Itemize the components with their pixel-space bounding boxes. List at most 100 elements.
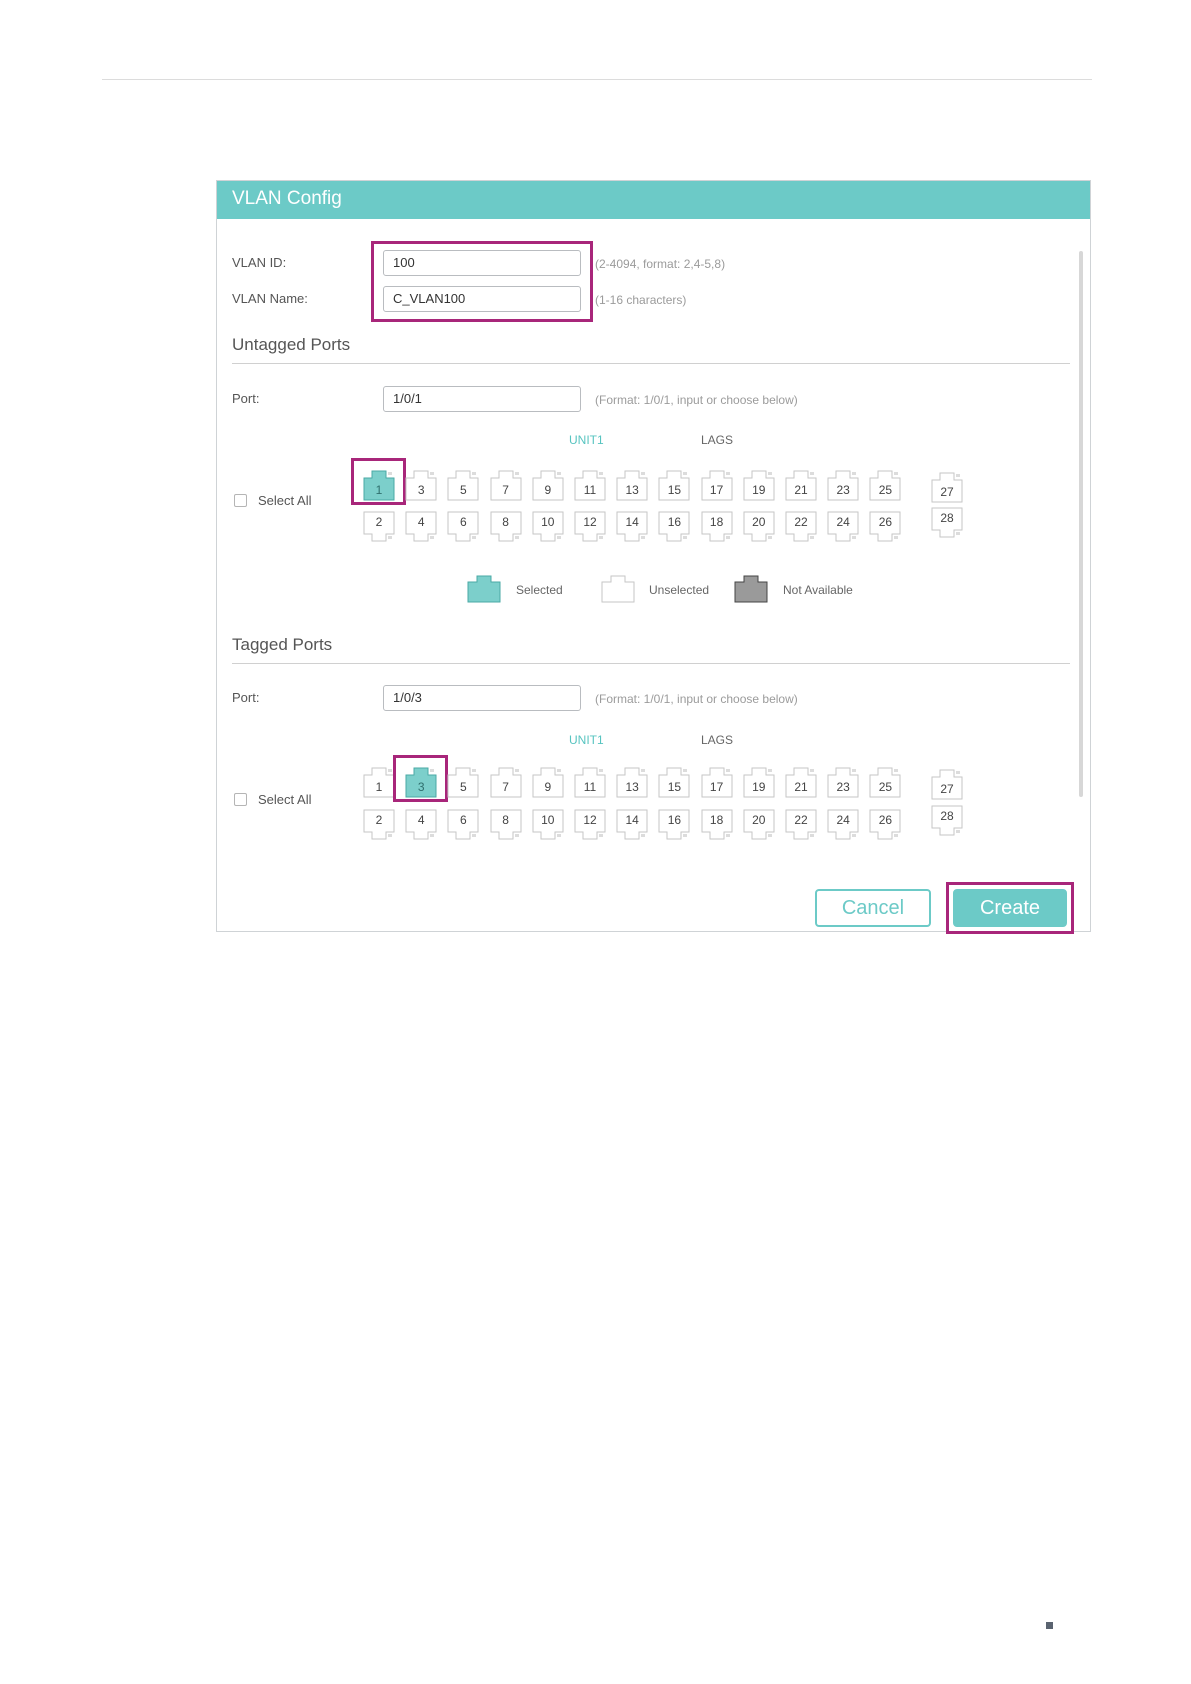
untagged-port-5-label: 5 (460, 483, 467, 497)
untagged-port-2[interactable]: 2 (363, 511, 395, 543)
tagged-port-17-label: 17 (709, 780, 724, 794)
tagged-port-24-label: 24 (836, 813, 850, 827)
untagged-port-13[interactable]: 13 (616, 469, 648, 501)
tagged-tab-lags[interactable]: LAGS (701, 733, 733, 747)
untagged-port-10[interactable]: 10 (532, 511, 564, 543)
untagged-port-20[interactable]: 20 (743, 511, 775, 543)
untagged-port-21[interactable]: 21 (785, 469, 817, 501)
untagged-port-9[interactable]: 9 (532, 469, 564, 501)
untagged-tab-unit1[interactable]: UNIT1 (569, 433, 604, 447)
untagged-tab-lags[interactable]: LAGS (701, 433, 733, 447)
tagged-port-23[interactable]: 23 (827, 766, 859, 798)
vlan-id-input[interactable]: 100 (383, 250, 581, 276)
untagged-port-7[interactable]: 7 (490, 469, 522, 501)
tagged-port-16[interactable]: 16 (658, 809, 690, 841)
untagged-port-27[interactable]: 27 (931, 471, 963, 503)
create-button[interactable]: Create (953, 889, 1067, 927)
tagged-tab-unit1[interactable]: UNIT1 (569, 733, 604, 747)
untagged-port-1-label: 1 (375, 483, 383, 497)
untagged-port-15[interactable]: 15 (658, 469, 690, 501)
untagged-port-22[interactable]: 22 (785, 511, 817, 543)
vlan-id-label: VLAN ID: (232, 255, 287, 270)
tagged-port-20[interactable]: 20 (743, 809, 775, 841)
untagged-port-14[interactable]: 14 (616, 511, 648, 543)
tagged-port-21[interactable]: 21 (785, 766, 817, 798)
untagged-port-11[interactable]: 11 (574, 469, 606, 501)
untagged-port-4[interactable]: 4 (405, 511, 437, 543)
untagged-port-5[interactable]: 5 (447, 469, 479, 501)
tagged-port-15[interactable]: 15 (658, 766, 690, 798)
tagged-port-1[interactable]: 1 (363, 766, 395, 798)
untagged-port-12[interactable]: 12 (574, 511, 606, 543)
legend-not-available-icon (734, 573, 768, 608)
tagged-port-11[interactable]: 11 (574, 766, 606, 798)
untagged-port-4-label: 4 (417, 515, 425, 529)
tagged-port-22[interactable]: 22 (785, 809, 817, 841)
tagged-port-19[interactable]: 19 (743, 766, 775, 798)
tagged-port-4-label: 4 (417, 813, 425, 827)
untagged-port-12-label: 12 (583, 515, 597, 529)
tagged-port-7-label: 7 (502, 780, 509, 794)
tagged-port-18[interactable]: 18 (701, 809, 733, 841)
tagged-port-6[interactable]: 6 (447, 809, 479, 841)
untagged-port-16-label: 16 (667, 515, 682, 529)
tagged-port-24[interactable]: 24 (827, 809, 859, 841)
tagged-port-hint: (Format: 1/0/1, input or choose below) (595, 692, 798, 706)
untagged-port-input[interactable]: 1/0/1 (383, 386, 581, 412)
untagged-port-17[interactable]: 17 (701, 469, 733, 501)
untagged-port-23-label: 23 (836, 483, 850, 497)
untagged-port-20-label: 20 (752, 515, 766, 529)
legend-unselected-label: Unselected (649, 583, 710, 597)
tagged-port-26[interactable]: 26 (869, 809, 901, 841)
untagged-port-1[interactable]: 1 (363, 469, 395, 501)
tagged-select-all-checkbox[interactable] (234, 793, 247, 806)
untagged-port-25[interactable]: 25 (869, 469, 901, 501)
tagged-port-8[interactable]: 8 (490, 809, 522, 841)
tagged-port-4[interactable]: 4 (405, 809, 437, 841)
untagged-port-28-label: 28 (940, 511, 954, 525)
tagged-port-19-label: 19 (752, 780, 766, 794)
tagged-port-5[interactable]: 5 (447, 766, 479, 798)
tagged-ports-title: Tagged Ports (232, 635, 333, 654)
tagged-port-15-label: 15 (667, 780, 682, 794)
vlan-name-input[interactable]: C_VLAN100 (383, 286, 581, 312)
untagged-port-6[interactable]: 6 (447, 511, 479, 543)
tagged-port-16-label: 16 (667, 813, 682, 827)
tagged-port-7[interactable]: 7 (490, 766, 522, 798)
tagged-port-9[interactable]: 9 (532, 766, 564, 798)
tagged-port-25-label: 25 (878, 780, 893, 794)
untagged-port-15-label: 15 (667, 483, 682, 497)
tagged-port-17[interactable]: 17 (701, 766, 733, 798)
untagged-port-18[interactable]: 18 (701, 511, 733, 543)
untagged-port-3[interactable]: 3 (405, 469, 437, 501)
untagged-port-21-label: 21 (794, 483, 808, 497)
legend-unselected-icon (601, 573, 635, 608)
untagged-port-19[interactable]: 19 (743, 469, 775, 501)
untagged-port-23[interactable]: 23 (827, 469, 859, 501)
untagged-port-25-label: 25 (878, 483, 893, 497)
untagged-port-8[interactable]: 8 (490, 511, 522, 543)
tagged-port-2[interactable]: 2 (363, 809, 395, 841)
untagged-port-26[interactable]: 26 (869, 511, 901, 543)
tagged-port-12-label: 12 (583, 813, 597, 827)
tagged-port-27-label: 27 (940, 782, 954, 796)
tagged-port-14[interactable]: 14 (616, 809, 648, 841)
untagged-select-all-checkbox[interactable] (234, 494, 247, 507)
vlan-id-hint: (2-4094, format: 2,4-5,8) (595, 257, 726, 271)
tagged-port-28-label: 28 (940, 809, 954, 823)
untagged-port-16[interactable]: 16 (658, 511, 690, 543)
tagged-port-11-label: 11 (583, 780, 597, 794)
tagged-port-27[interactable]: 27 (931, 768, 963, 800)
tagged-port-3[interactable]: 3 (405, 766, 437, 798)
untagged-port-24[interactable]: 24 (827, 511, 859, 543)
dialog-scrollbar[interactable] (1079, 251, 1083, 797)
untagged-port-28[interactable]: 28 (931, 507, 963, 539)
tagged-port-10[interactable]: 10 (532, 809, 564, 841)
tagged-port-28[interactable]: 28 (931, 805, 963, 837)
tagged-port-25[interactable]: 25 (869, 766, 901, 798)
tagged-port-13[interactable]: 13 (616, 766, 648, 798)
tagged-port-12[interactable]: 12 (574, 809, 606, 841)
cancel-button[interactable]: Cancel (815, 889, 931, 927)
untagged-port-10-label: 10 (541, 515, 555, 529)
tagged-port-input[interactable]: 1/0/3 (383, 685, 581, 711)
